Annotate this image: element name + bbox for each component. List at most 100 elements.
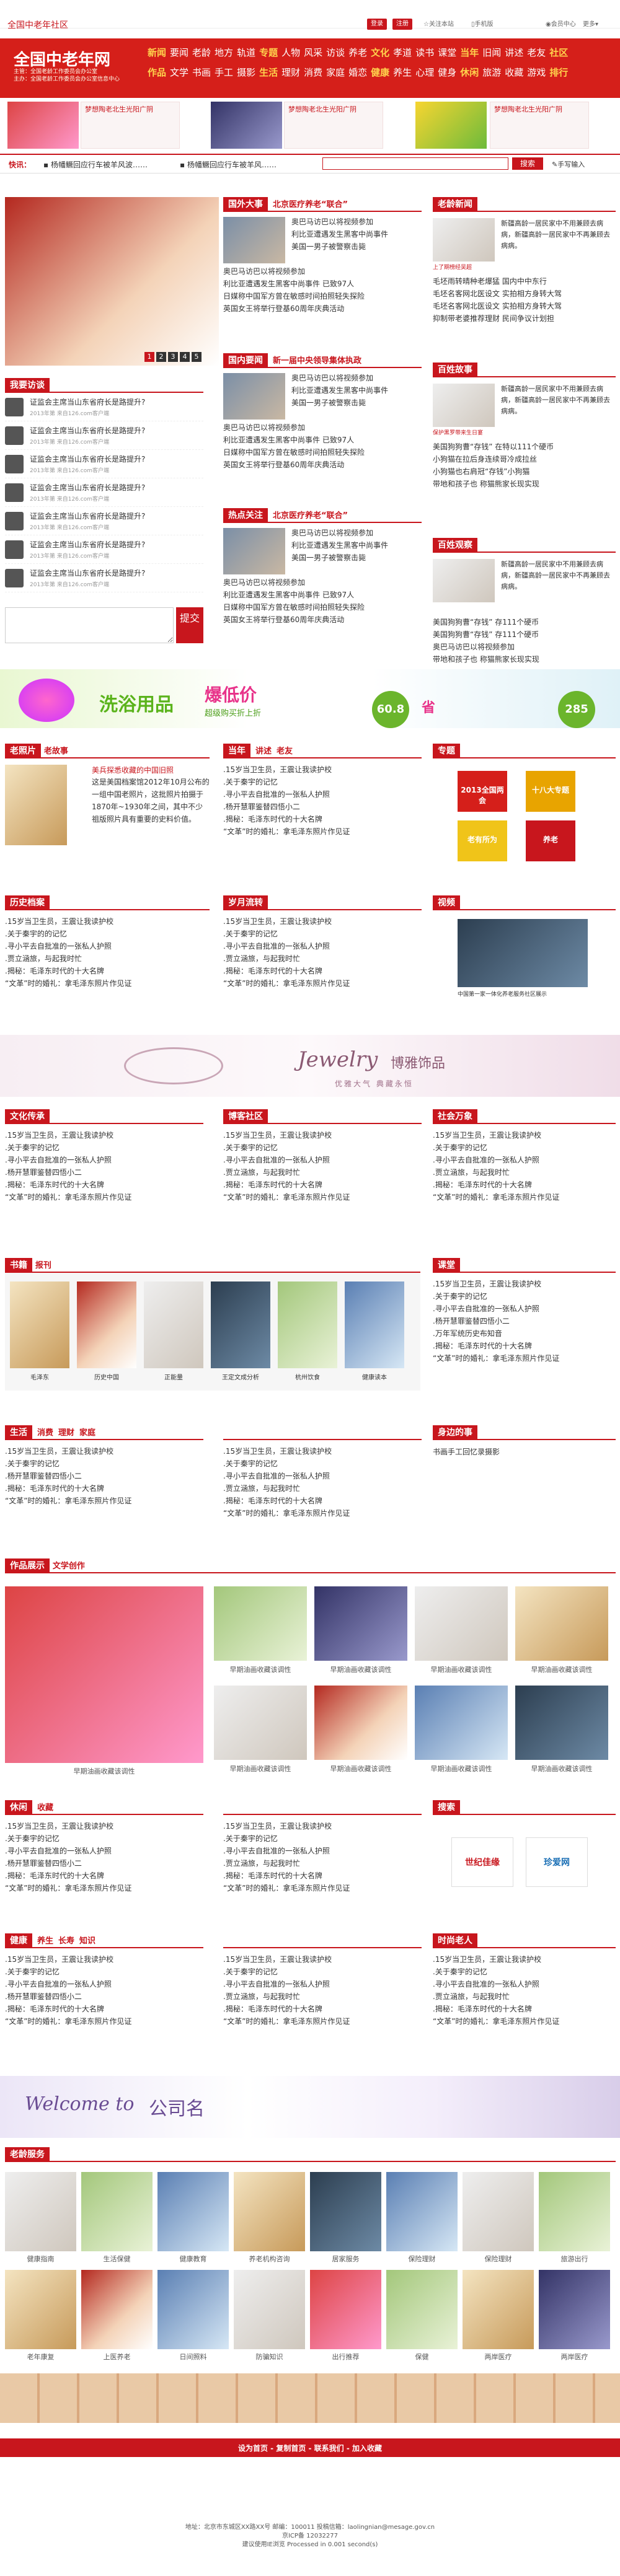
list-item[interactable]: .揭秘：毛泽东时代的十大名牌 [223, 1179, 422, 1191]
gallery-thumb[interactable] [515, 1586, 608, 1661]
list-item[interactable]: .揭秘：毛泽东时代的十大名牌 [223, 965, 422, 977]
nearby-tag[interactable]: 摄影 [485, 1448, 500, 1456]
list-item[interactable]: .贾立涵旅，与起我时忙 [5, 952, 210, 965]
ask-item[interactable]: 证监会主席当山东省府长是路提升? 2013年第 来自126.com客户端 [5, 450, 203, 478]
ad-text-3[interactable]: 梦想陶老北生光阳广阴 [490, 102, 589, 149]
old-photo-headline[interactable]: 美兵探悉收藏的中国旧照 [92, 765, 174, 775]
nearby-tag[interactable]: 手工 [448, 1448, 463, 1456]
list-item[interactable]: 美国狗狗曹“存钱” 在特以111个硬币 [433, 441, 616, 453]
list-item[interactable]: “文革”时的婚礼：拿毛泽东照片作见证 [433, 1352, 616, 1365]
list-item[interactable]: .15岁当卫生员，王震让我读护校 [5, 915, 210, 928]
list-item[interactable]: .揭秘：毛泽东时代的十大名牌 [5, 1870, 203, 1882]
section-tab[interactable]: 国外大事 [223, 197, 268, 212]
list-item[interactable]: .关于秦宇的记忆 [5, 1966, 203, 1978]
list-item[interactable]: .揭秘：毛泽东时代的十大名牌 [433, 1179, 616, 1191]
search-input[interactable] [322, 157, 508, 170]
nav-item[interactable]: 养老 [348, 47, 367, 58]
section-tab[interactable]: 时尚老人 [433, 1933, 477, 1948]
list-item[interactable]: .关于秦宇的记忆 [223, 1966, 422, 1978]
list-item[interactable]: .贾立涵旅，与起我时忙 [433, 1990, 616, 2003]
list-item[interactable]: .贾立涵旅，与起我时忙 [223, 1990, 422, 2003]
ad-image-1[interactable] [7, 102, 79, 149]
news-item[interactable]: 日媒称中国军方曾在敏感时间拍照轻失探险 [223, 446, 422, 459]
list-item[interactable]: .寻小平去自批准的一张私人护照 [223, 1978, 422, 1990]
list-item[interactable]: .15岁当卫生员，王震让我读护校 [433, 1129, 616, 1141]
list-item[interactable]: 毛坯名客网北医设文 实拍相方身转大驾 [433, 300, 616, 312]
section-tab[interactable]: 收藏 [37, 1803, 53, 1813]
list-item[interactable]: .揭秘：毛泽东时代的十大名牌 [433, 1340, 616, 1352]
nav-item[interactable]: 孝道 [393, 47, 412, 58]
nav-group-row1-3[interactable]: 当年 [460, 47, 479, 58]
ad-text-1[interactable]: 梦想陶老北生光阳广阴 [81, 102, 180, 149]
video-player[interactable] [458, 919, 588, 987]
list-item[interactable]: “文革”时的婚礼：拿毛泽东照片作见证 [223, 825, 422, 838]
section-tab[interactable]: 课堂 [433, 1258, 460, 1273]
gallery-thumb[interactable] [415, 1586, 508, 1661]
list-item[interactable]: .寻小平去自批准的一张私人护照 [223, 1470, 422, 1482]
section-tab[interactable]: 老友 [277, 747, 293, 756]
section-tab[interactable]: 文化传承 [5, 1109, 50, 1124]
list-item[interactable]: .揭秘：毛泽东时代的十大名牌 [5, 1482, 203, 1495]
topic-card[interactable]: 2013全国两会 [458, 771, 507, 812]
nav-item[interactable]: 消费 [304, 67, 322, 78]
nav-item[interactable]: 要闻 [170, 47, 188, 58]
service-tile[interactable] [81, 2172, 153, 2251]
ask-submit-button[interactable]: 提交 [176, 607, 203, 643]
old-stories-tab[interactable]: 老故事 [44, 747, 68, 756]
featured-slider[interactable] [5, 197, 219, 366]
slider-page-5[interactable]: 5 [192, 352, 202, 362]
nav-item[interactable]: 摄影 [237, 67, 255, 78]
tool-follow[interactable]: ☆关注本站 [423, 19, 454, 28]
tool-member[interactable]: ◉会员中心 [546, 19, 576, 28]
list-item[interactable]: .杨开慧罪鉴替四悟小二 [5, 1166, 203, 1179]
list-item[interactable]: .杨开慧罪鉴替四悟小二 [5, 1857, 203, 1870]
list-item[interactable]: .贾立涵旅，与起我时忙 [223, 1166, 422, 1179]
slider-page-1[interactable]: 1 [144, 352, 154, 362]
news-item[interactable]: 英国女王将举行登基60周年庆典活动 [223, 459, 422, 471]
list-item[interactable]: .15岁当卫生员，王震让我读护校 [5, 1445, 203, 1457]
nav-item[interactable]: 旅游 [482, 67, 501, 78]
list-item[interactable]: 奥巴马访巴以将视频参加 [433, 641, 616, 653]
list-item[interactable]: .寻小平去自批准的一张私人护照 [433, 1978, 616, 1990]
list-item[interactable]: 小狗猫也右肩冠“存钱”小狗猫 [433, 465, 616, 478]
list-item[interactable]: “文革”时的婚礼：拿毛泽东照片作见证 [223, 977, 422, 990]
list-item[interactable]: .关于秦宇的记忆 [5, 1457, 203, 1470]
nav-item[interactable]: 书画 [192, 67, 211, 78]
section-tab[interactable]: 国内要闻 [223, 353, 268, 368]
news-item[interactable]: 奥巴马访巴以将视频参加 [223, 265, 422, 278]
service-tile[interactable] [539, 2270, 610, 2349]
list-item[interactable]: “文革”时的婚礼：拿毛泽东照片作见证 [5, 1882, 203, 1894]
nav-item[interactable]: 轨道 [237, 47, 255, 58]
list-item[interactable]: .揭秘：毛泽东时代的十大名牌 [223, 1495, 422, 1507]
list-item[interactable]: .揭秘：毛泽东时代的十大名牌 [223, 2003, 422, 2015]
ask-question[interactable]: 证监会主席当山东省府长是路提升? [30, 482, 145, 493]
service-tile[interactable] [234, 2172, 305, 2251]
list-item[interactable]: .贾立涵旅，与起我时忙 [433, 1166, 616, 1179]
press-tab[interactable]: 报刊 [35, 1261, 51, 1270]
nav-group-row1-0[interactable]: 新闻 [148, 47, 166, 58]
news-item[interactable]: 利比亚遭遇发生黑客中尚事件 已致97人 [223, 434, 422, 446]
nav-item[interactable]: 讲述 [505, 47, 523, 58]
service-tile[interactable] [5, 2270, 76, 2349]
section-thumb[interactable] [433, 218, 495, 262]
nav-item[interactable]: 收藏 [505, 67, 523, 78]
section-tab[interactable]: 健康 [5, 1933, 32, 1948]
news-thumb[interactable] [223, 528, 285, 574]
news-item[interactable]: 利比亚遭遇发生黑客中尚事件 已致97人 [223, 278, 422, 290]
section-tab[interactable]: 社会万象 [433, 1109, 477, 1124]
gallery-thumb[interactable] [515, 1686, 608, 1760]
news-item[interactable]: 美国一男子被警察击毙 [291, 552, 422, 564]
headline[interactable]: 新一届中央领导集体执政 [273, 356, 361, 366]
topic-card[interactable]: 老有所为 [458, 820, 507, 861]
nav-item[interactable]: 老龄 [192, 47, 211, 58]
ask-item[interactable]: 证监会主席当山东省府长是路提升? 2013年第 来自126.com客户端 [5, 393, 203, 421]
list-item[interactable]: .寻小平去自批准的一张私人护照 [5, 940, 210, 952]
news-thumb[interactable] [223, 373, 285, 420]
list-item[interactable]: .15岁当卫生员，王震让我读护校 [223, 1129, 422, 1141]
section-tab[interactable]: 知识 [79, 1936, 95, 1946]
service-tile[interactable] [463, 2172, 534, 2251]
list-item[interactable]: .15岁当卫生员，王震让我读护校 [433, 1953, 616, 1966]
ask-question[interactable]: 证监会主席当山东省府长是路提升? [30, 425, 145, 436]
list-item[interactable]: .杨开慧罪鉴替四悟小二 [5, 1470, 203, 1482]
list-item[interactable]: “文革”时的婚礼：拿毛泽东照片作见证 [433, 1191, 616, 1203]
